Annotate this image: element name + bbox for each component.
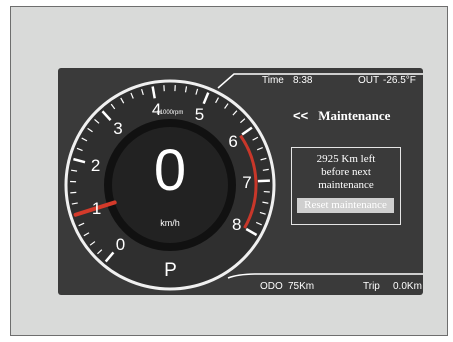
maintenance-title: Maintenance bbox=[318, 108, 391, 123]
maintenance-message-line: before next bbox=[321, 166, 371, 178]
maintenance-message-line: maintenance bbox=[318, 179, 374, 191]
reset-maintenance-button[interactable]: Reset maintenance bbox=[297, 198, 394, 213]
tick-label: 3 bbox=[113, 119, 123, 139]
maintenance-dialog: 2925 Km left before next maintenance Res… bbox=[291, 147, 401, 225]
odometer-label: ODO bbox=[260, 281, 283, 292]
trip-label: Trip bbox=[363, 281, 380, 292]
tick-label: 5 bbox=[194, 104, 205, 124]
back-chevron-icon[interactable]: << bbox=[293, 108, 308, 123]
maintenance-header[interactable]: << Maintenance bbox=[293, 108, 390, 124]
gear-indicator: P bbox=[164, 260, 177, 281]
outside-temp-value: -26.5°F bbox=[383, 75, 416, 86]
time-value: 8:38 bbox=[293, 75, 313, 86]
speed-unit-label: km/h bbox=[160, 218, 180, 228]
trip-value: 0.0Km bbox=[393, 281, 422, 292]
outside-temp-label: OUT bbox=[358, 75, 380, 86]
tick-label: 8 bbox=[231, 214, 242, 234]
tick-label: 7 bbox=[242, 172, 252, 192]
tick-label: 1 bbox=[91, 199, 102, 219]
instrument-cluster: 012345678 x1000rpm 0 km/h P Time 8:38 OU… bbox=[58, 68, 423, 295]
odometer-value: 75Km bbox=[288, 281, 315, 292]
time-label: Time bbox=[262, 75, 284, 86]
speed-readout: 0 bbox=[153, 138, 187, 203]
rpm-unit-label: x1000rpm bbox=[156, 110, 184, 116]
tick-label: 6 bbox=[228, 131, 238, 151]
tick-label: 0 bbox=[115, 234, 126, 254]
screenshot-frame: 012345678 x1000rpm 0 km/h P Time 8:38 OU… bbox=[10, 6, 448, 336]
bottom-divider-line bbox=[227, 273, 423, 279]
major-tick bbox=[257, 179, 270, 183]
maintenance-message-line: 2925 Km left bbox=[316, 153, 376, 165]
maintenance-message: 2925 Km left before next maintenance bbox=[292, 153, 400, 192]
tick-label: 2 bbox=[90, 156, 101, 176]
